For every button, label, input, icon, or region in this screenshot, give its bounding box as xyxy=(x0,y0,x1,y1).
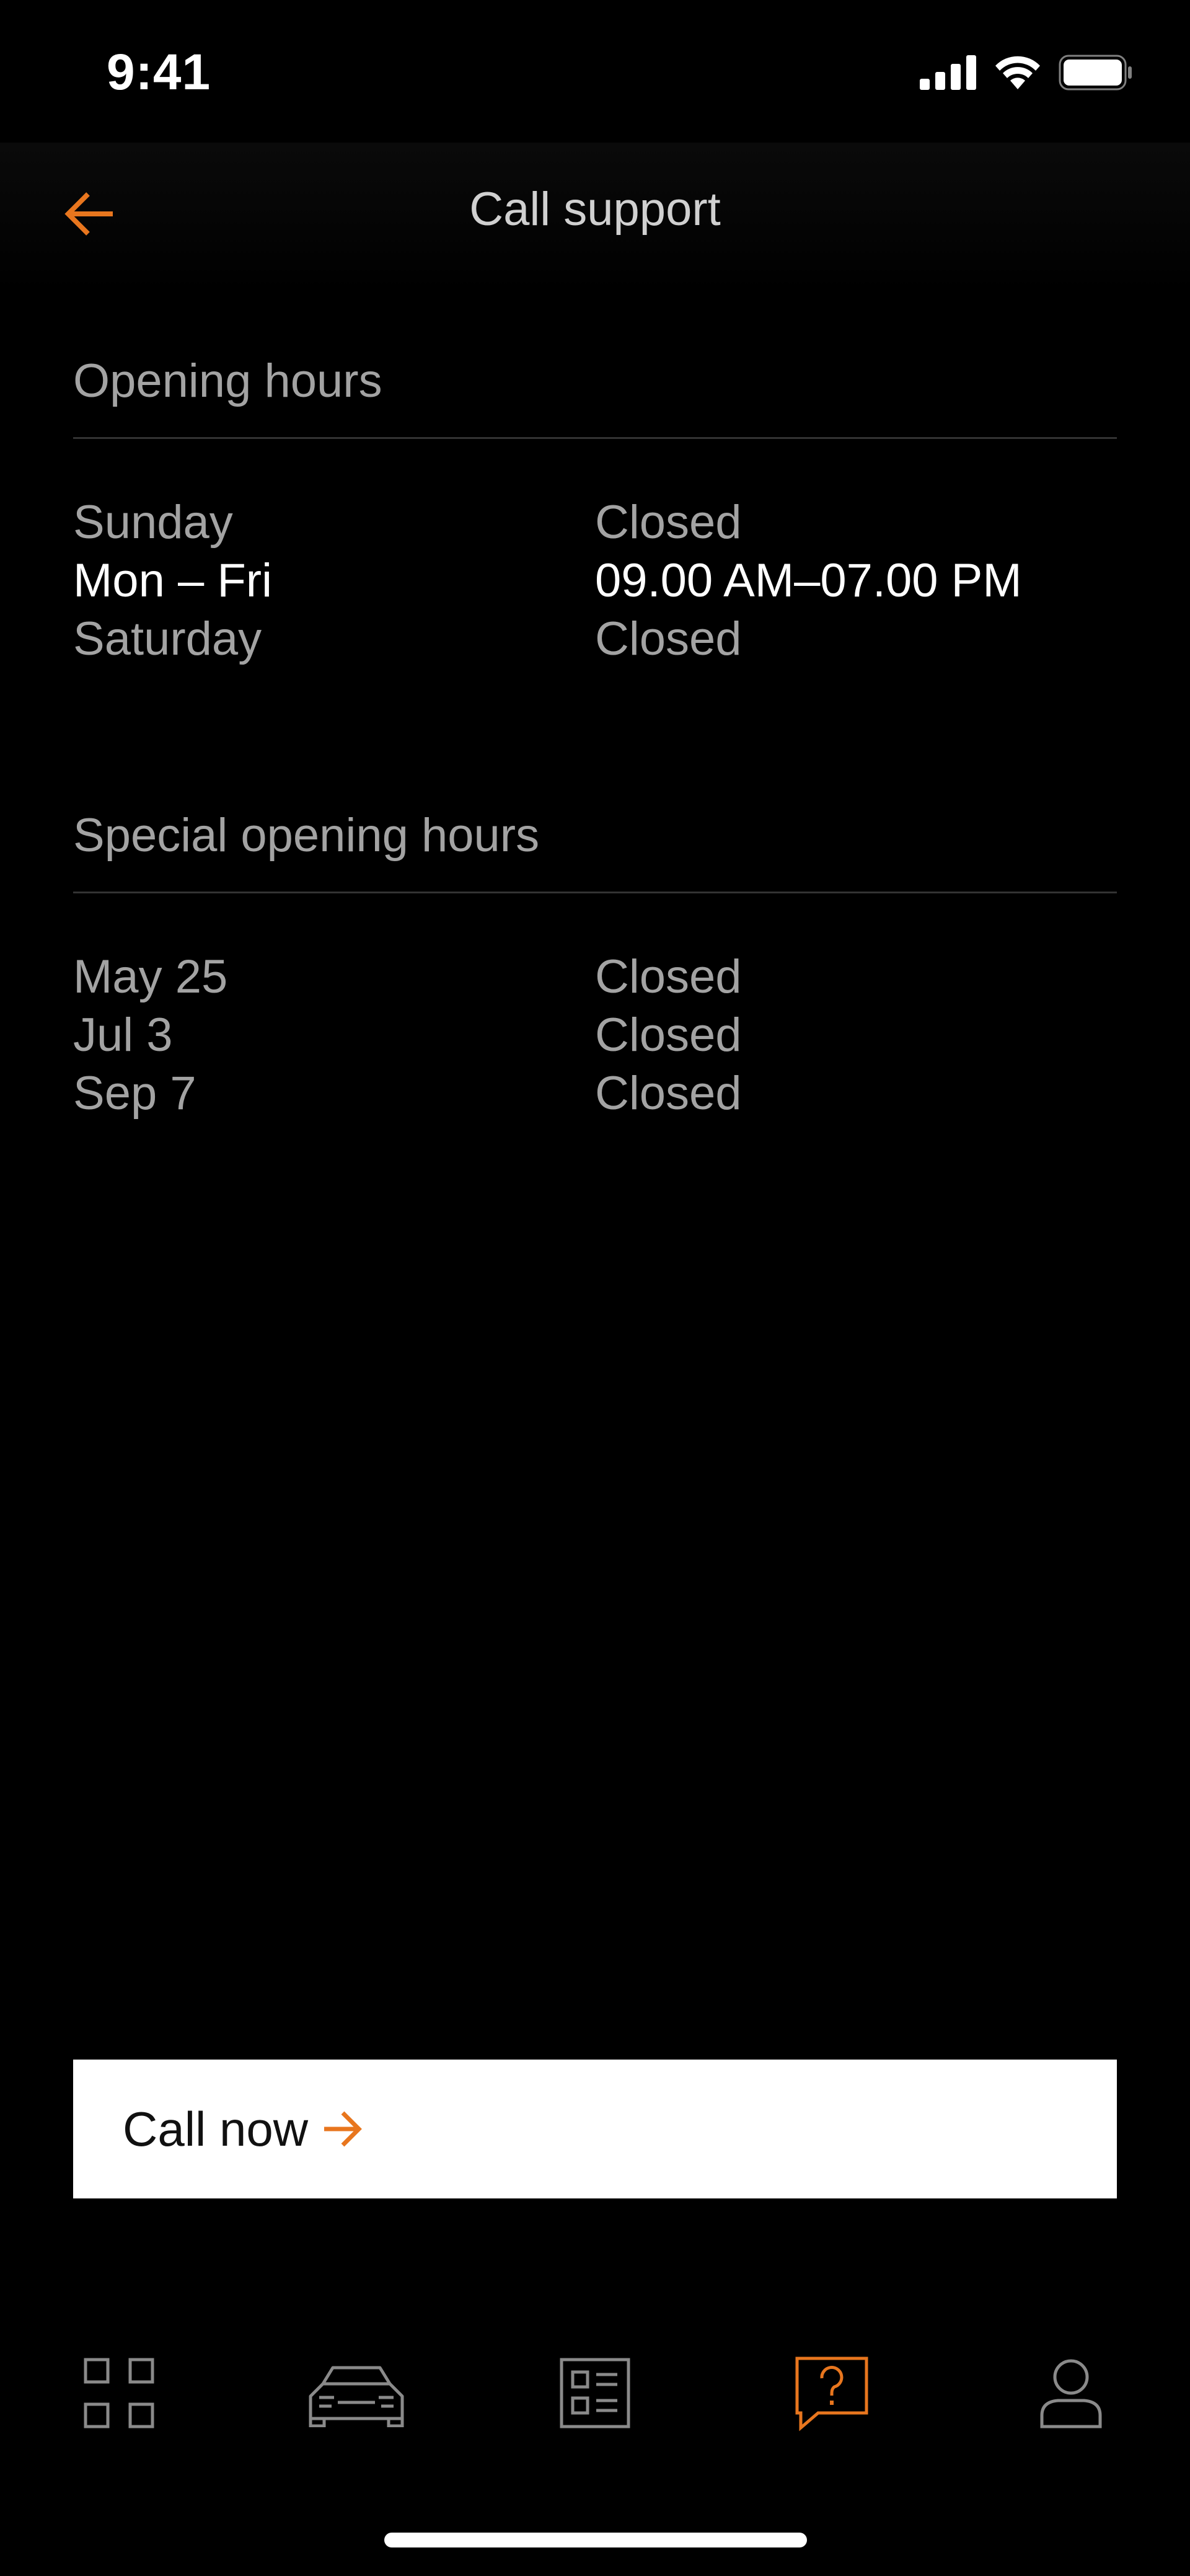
hours-row: May 25 Closed xyxy=(73,948,1117,1006)
home-indicator[interactable] xyxy=(384,2533,807,2547)
tab-overview[interactable] xyxy=(552,2350,638,2437)
hours-value: Closed xyxy=(595,613,742,665)
status-icons xyxy=(920,55,1133,91)
special-opening-hours-section: Special opening hours May 25 Closed Jul … xyxy=(73,805,1117,1123)
wifi-icon xyxy=(995,56,1040,89)
car-icon xyxy=(309,2366,404,2427)
page-title: Call support xyxy=(469,183,721,236)
hours-day: May 25 xyxy=(73,950,228,1003)
tab-car[interactable] xyxy=(304,2350,409,2437)
hours-day: Saturday xyxy=(73,613,262,665)
list-document-icon xyxy=(560,2358,630,2428)
divider xyxy=(73,892,1117,893)
profile-icon xyxy=(1040,2359,1102,2428)
hours-day: Sunday xyxy=(73,496,233,549)
status-time: 9:41 xyxy=(107,44,211,100)
call-now-button[interactable]: Call now xyxy=(73,2060,1117,2198)
help-chat-icon xyxy=(795,2357,868,2432)
call-now-label: Call now xyxy=(123,2101,309,2156)
tab-profile[interactable] xyxy=(1028,2350,1114,2437)
arrow-right-icon xyxy=(322,2110,364,2148)
section-title: Opening hours xyxy=(73,355,382,407)
hours-row: Sunday Closed xyxy=(73,494,1117,552)
top-navigation-bar: Call support xyxy=(0,143,1190,291)
hours-value: Closed xyxy=(595,1009,742,1061)
hours-day: Jul 3 xyxy=(73,1009,173,1061)
bottom-tab-bar xyxy=(0,2350,1190,2449)
section-title: Special opening hours xyxy=(73,809,540,862)
status-bar: 9:41 xyxy=(0,0,1190,143)
tab-support[interactable] xyxy=(788,2350,875,2437)
hours-day: Sep 7 xyxy=(73,1067,196,1120)
hours-value: Closed xyxy=(595,950,742,1003)
divider xyxy=(73,437,1117,439)
hours-value: Closed xyxy=(595,1067,742,1120)
hours-value: 09.00 AM–07.00 PM xyxy=(595,554,1022,607)
battery-icon xyxy=(1059,55,1132,91)
hours-value: Closed xyxy=(595,496,742,549)
cellular-signal-icon xyxy=(920,55,976,90)
hours-row: Saturday Closed xyxy=(73,610,1117,668)
tab-dashboard[interactable] xyxy=(76,2350,162,2437)
hours-row: Jul 3 Closed xyxy=(73,1006,1117,1064)
dashboard-grid-icon xyxy=(84,2358,154,2428)
hours-row: Sep 7 Closed xyxy=(73,1064,1117,1123)
hours-row: Mon – Fri 09.00 AM–07.00 PM xyxy=(73,552,1117,610)
opening-hours-section: Opening hours Sunday Closed Mon – Fri 09… xyxy=(73,350,1117,668)
hours-day: Mon – Fri xyxy=(73,554,272,607)
